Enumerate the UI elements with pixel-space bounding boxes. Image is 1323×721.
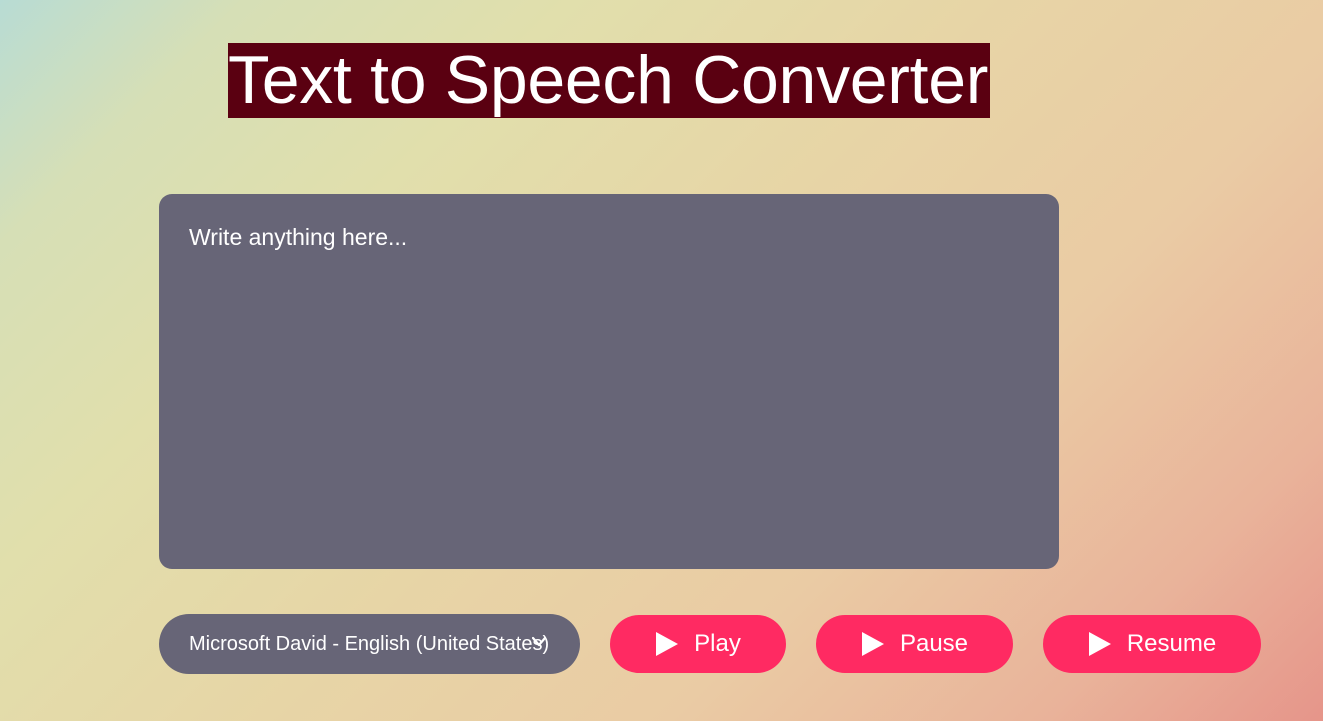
- play-button[interactable]: Play: [610, 615, 786, 673]
- play-icon: [656, 632, 679, 656]
- page-title: Text to Speech Converter: [228, 43, 990, 118]
- chevron-down-icon: [532, 636, 546, 647]
- voice-select[interactable]: Microsoft David - English (United States…: [159, 614, 580, 674]
- play-icon: [1088, 632, 1111, 656]
- voice-select-value: Microsoft David - English (United States…: [189, 633, 550, 655]
- play-icon: [861, 632, 884, 656]
- play-button-label: Play: [694, 630, 741, 657]
- text-input[interactable]: [159, 194, 1059, 569]
- resume-button[interactable]: Resume: [1043, 615, 1261, 673]
- resume-button-label: Resume: [1126, 630, 1217, 657]
- pause-button[interactable]: Pause: [816, 615, 1013, 673]
- pause-button-label: Pause: [899, 630, 969, 657]
